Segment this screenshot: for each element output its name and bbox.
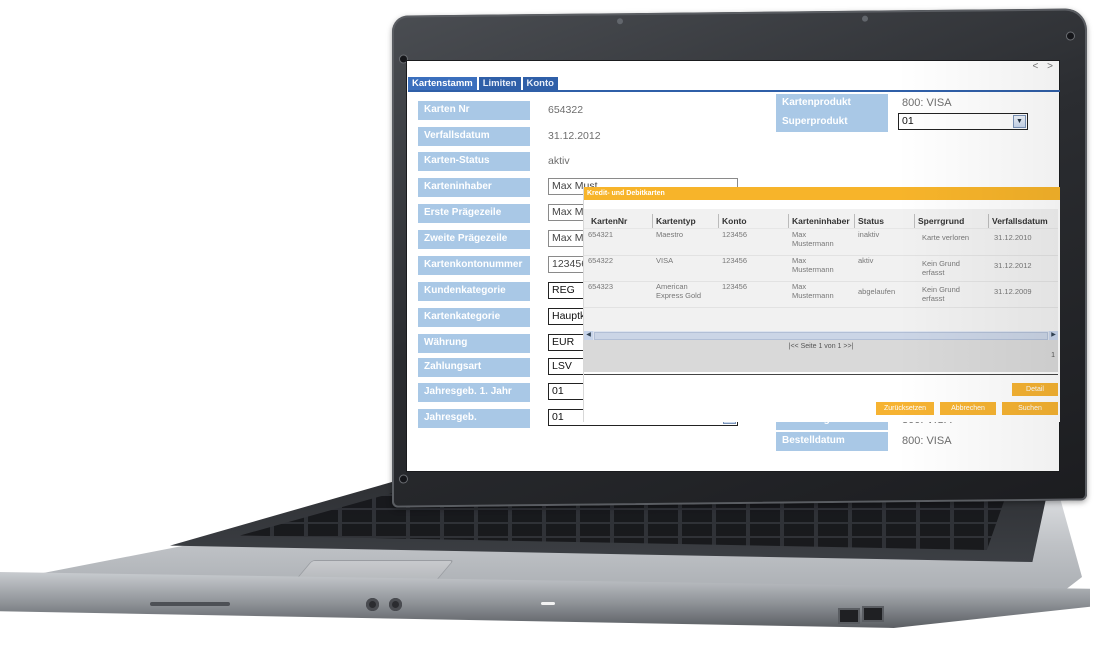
cards-dialog: Kredit- und Debitkarten KartenNr Kartent…	[584, 187, 1060, 422]
tab-konto[interactable]: Konto	[522, 77, 558, 90]
reset-button[interactable]: Zurücksetzen	[876, 402, 934, 415]
tab-kartenstamm[interactable]: Kartenstamm	[408, 77, 477, 90]
field-label: Verfallsdatum	[418, 127, 530, 146]
page-count: 1	[1051, 352, 1055, 359]
cell-status: aktiv	[858, 256, 874, 265]
cell-karteninhaber: Max Mustermann	[792, 256, 834, 274]
field-label: Währung	[418, 334, 530, 353]
dialog-title: Kredit- und Debitkarten	[584, 187, 1060, 200]
field-label: Erste Prägezeile	[418, 204, 530, 223]
cell-verfallsdatum: 31.12.2010	[994, 233, 1032, 242]
pager-area: |<< Seite 1 von 1 >>| 1	[584, 340, 1058, 372]
field-label: Karten Nr	[418, 101, 530, 120]
cell-verfallsdatum: 31.12.2009	[994, 287, 1032, 296]
cell-kartennr: 654321	[588, 230, 614, 239]
field-label: Karten-Status	[418, 152, 530, 171]
field-label: Kartenkontonummer	[418, 256, 530, 275]
column-header[interactable]: Status	[854, 214, 884, 228]
kartenprodukt-value: 800: VISA	[902, 97, 952, 109]
column-header[interactable]: Sperrgrund	[914, 214, 964, 228]
scrollbar-thumb[interactable]	[594, 332, 1048, 340]
tab-bar: Kartenstamm Limiten Konto	[408, 77, 560, 90]
field-label: Jahresgeb. 1. Jahr	[418, 383, 530, 402]
cell-sperrgrund: Kein Grund erfasst	[922, 259, 960, 277]
laptop-screen: < > Kartenstamm Limiten Konto Karten Nr …	[406, 60, 1060, 472]
column-header[interactable]: Konto	[718, 214, 747, 228]
detail-button[interactable]: Detail	[1012, 383, 1058, 396]
karten-nr-value: 654322	[548, 104, 584, 116]
column-header[interactable]: KartenNr	[588, 214, 627, 228]
field-label: Karteninhaber	[418, 178, 530, 197]
horizontal-scrollbar[interactable]: ◀ ▶	[584, 331, 1058, 340]
hinge-screw-icon	[1067, 32, 1074, 40]
field-label: Zahlungsart	[418, 358, 530, 377]
status-light-icon	[617, 18, 623, 25]
cell-konto: 123456	[722, 282, 748, 291]
cell-konto: 123456	[722, 256, 748, 265]
karten-status-value: aktiv	[548, 155, 570, 167]
chevron-right-icon[interactable]: ▶	[1049, 331, 1058, 340]
field-label: Zweite Prägezeile	[418, 230, 530, 249]
table-header: KartenNr Kartentyp Konto Karteninhaber S…	[584, 214, 1058, 229]
audio-port-icon	[366, 598, 379, 611]
table-row[interactable]: 654322 VISA 123456 Max Mustermann aktiv …	[584, 255, 1058, 282]
cell-karteninhaber: Max Mustermann	[792, 282, 834, 300]
chevron-left-icon[interactable]: ◀	[584, 331, 593, 340]
cancel-button[interactable]: Abbrechen	[940, 402, 996, 415]
column-header[interactable]: Verfallsdatum	[988, 214, 1048, 228]
select-value: 01	[552, 385, 564, 397]
cell-karteninhaber: Max Mustermann	[792, 230, 834, 248]
cell-status: inaktiv	[858, 230, 880, 239]
tab-underline	[408, 90, 1060, 92]
cell-verfallsdatum: 31.12.2012	[994, 261, 1032, 270]
select-value: 01	[902, 115, 914, 127]
cell-sperrgrund: Karte verloren	[922, 233, 970, 242]
nav-arrows[interactable]: < >	[1033, 61, 1056, 72]
cell-kartentyp: Maestro	[656, 230, 684, 239]
cell-kartennr: 654323	[588, 282, 614, 291]
search-button[interactable]: Suchen	[1002, 402, 1058, 415]
status-light-icon	[862, 15, 868, 22]
field-label: Bestelldatum	[776, 432, 888, 451]
cell-konto: 123456	[722, 230, 748, 239]
audio-port-icon	[389, 598, 402, 611]
tab-limiten[interactable]: Limiten	[478, 77, 521, 90]
column-header[interactable]: Karteninhaber	[788, 214, 850, 228]
cell-kartentyp: VISA	[656, 256, 674, 265]
power-led-icon	[541, 602, 555, 605]
verfallsdatum-value: 31.12.2012	[548, 130, 601, 142]
field-label: Kartenprodukt	[776, 94, 888, 113]
bestelldatum-value: 800: VISA	[902, 435, 952, 447]
field-label: Jahresgeb. Folgejahre	[418, 409, 530, 440]
field-label: Superprodukt	[776, 113, 888, 132]
cards-table: KartenNr Kartentyp Konto Karteninhaber S…	[584, 209, 1058, 331]
table-row[interactable]: 654321 Maestro 123456 Max Mustermann ina…	[584, 229, 1058, 256]
usb-port-icon	[862, 606, 884, 622]
pagination[interactable]: |<< Seite 1 von 1 >>|	[584, 343, 1058, 350]
select-value: 01	[552, 411, 564, 423]
superprodukt-select[interactable]: 01 ▼	[898, 113, 1028, 130]
column-header[interactable]: Kartentyp	[652, 214, 696, 228]
dialog-divider	[584, 374, 1058, 375]
field-label: Kundenkategorie	[418, 282, 530, 301]
front-speaker-strip	[150, 602, 230, 606]
field-label: Kartenkategorie	[418, 308, 530, 327]
hinge-screw-icon	[400, 475, 407, 483]
usb-port-icon	[838, 608, 860, 624]
cell-status: abgelaufen	[858, 287, 896, 296]
chevron-down-icon[interactable]: ▼	[1013, 115, 1026, 128]
cell-sperrgrund: Kein Grund erfasst	[922, 285, 960, 303]
cell-kartentyp: American Express Gold	[656, 282, 702, 300]
cell-kartennr: 654322	[588, 256, 614, 265]
table-row[interactable]: 654323 American Express Gold 123456 Max …	[584, 281, 1058, 308]
